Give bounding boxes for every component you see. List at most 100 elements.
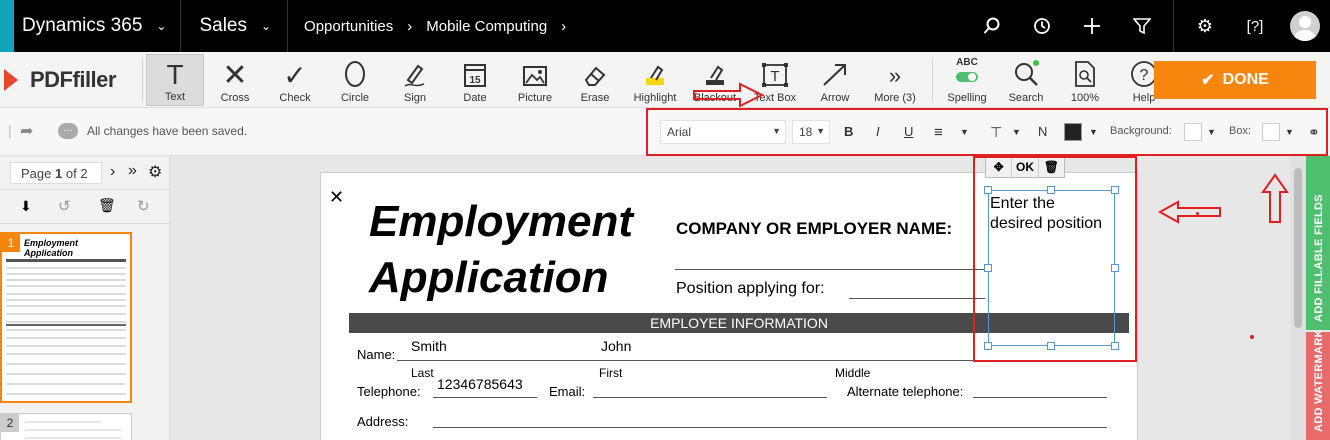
- name-label: Name:: [357, 347, 396, 362]
- name-last-value[interactable]: Smith: [411, 338, 447, 354]
- name-first-value[interactable]: John: [601, 338, 631, 354]
- pdffiller-logo: PDFfiller: [0, 52, 140, 108]
- page-prefix: Page: [21, 166, 52, 181]
- tool-label: Erase: [580, 92, 610, 104]
- redo-icon[interactable]: ➦: [20, 121, 33, 141]
- tool-zoom[interactable]: 100%: [1056, 54, 1114, 106]
- app-switcher[interactable]: Dynamics 365 ⌄: [14, 0, 182, 52]
- more-icon: »: [888, 63, 902, 88]
- company-line: [675, 269, 985, 270]
- gear-icon[interactable]: ⚙: [148, 162, 162, 182]
- arrow-icon: [823, 64, 846, 86]
- history-icon[interactable]: [1017, 0, 1067, 52]
- breadcrumb-opportunities[interactable]: Opportunities: [304, 18, 393, 35]
- thumbnail-preview: [25, 421, 121, 439]
- annotation-arrow-to-formatbar-up: [1261, 173, 1289, 223]
- add-watermark-label: ADD WATERMARK: [1313, 329, 1325, 432]
- breadcrumb-record[interactable]: Mobile Computing: [426, 18, 547, 35]
- add-fillable-fields-tab[interactable]: ADD FILLABLE FIELDS: [1306, 156, 1330, 330]
- help-bracket-icon[interactable]: [?]: [1230, 0, 1280, 52]
- download-icon[interactable]: ⬇: [20, 198, 32, 215]
- tool-check[interactable]: ✓ Check: [266, 54, 324, 106]
- last-caption: Last: [411, 366, 434, 380]
- telephone-value[interactable]: 12346785643: [437, 376, 523, 392]
- sign-pen-icon: [404, 64, 425, 87]
- nav-actions: ⚙ [?]: [967, 0, 1330, 52]
- filter-icon[interactable]: [1117, 0, 1167, 52]
- tool-picture[interactable]: Picture: [506, 54, 564, 106]
- user-avatar[interactable]: [1280, 0, 1330, 52]
- toolbar-divider: [142, 58, 143, 102]
- top-nav: Dynamics 365 ⌄ Sales ⌄ Opportunities › M…: [0, 0, 1330, 52]
- gear-icon[interactable]: ⚙: [1180, 0, 1230, 52]
- annotation-dot: [1250, 335, 1254, 339]
- chevron-right-icon: ›: [561, 17, 567, 35]
- area-switcher[interactable]: Sales ⌄: [181, 0, 289, 52]
- cross-icon: ✕: [222, 59, 248, 92]
- tool-search[interactable]: Search: [997, 54, 1055, 106]
- app-root: Dynamics 365 ⌄ Sales ⌄ Opportunities › M…: [0, 0, 1330, 440]
- thumbnail-number: 1: [2, 234, 20, 252]
- middle-caption: Middle: [835, 366, 871, 380]
- tool-date[interactable]: 15 Date: [446, 54, 504, 106]
- add-icon[interactable]: [1067, 0, 1117, 52]
- tool-label: Search: [1008, 92, 1044, 104]
- tool-text[interactable]: T Text: [146, 54, 204, 106]
- tool-label: Spelling: [947, 92, 987, 104]
- company-label: COMPANY OR EMPLOYER NAME:: [676, 219, 953, 238]
- done-button[interactable]: ✔ DONE: [1154, 61, 1316, 99]
- done-label: DONE: [1222, 71, 1269, 88]
- tool-spelling[interactable]: ABC Spelling: [938, 54, 996, 106]
- tool-circle[interactable]: Circle: [326, 54, 384, 106]
- tool-label: 100%: [1070, 92, 1100, 104]
- page-actions: ⬇ ↺ 🗑 ↻: [0, 190, 170, 224]
- annotation-dot: [1196, 212, 1199, 215]
- telephone-label: Telephone:: [357, 384, 421, 399]
- chevron-down-icon: ⌄: [260, 19, 272, 33]
- tool-label: Text: [164, 91, 186, 103]
- close-icon[interactable]: ✕: [329, 187, 344, 208]
- email-line[interactable]: [593, 397, 827, 398]
- tool-erase[interactable]: Erase: [566, 54, 624, 106]
- undo-divider: |: [8, 122, 12, 138]
- position-line[interactable]: [849, 298, 985, 299]
- next-page-icon[interactable]: ›: [110, 163, 115, 181]
- breadcrumb: Opportunities › Mobile Computing ›: [288, 18, 580, 35]
- annotation-arrow-to-textbox-left: [1157, 200, 1221, 224]
- tool-cross[interactable]: ✕ Cross: [206, 54, 264, 106]
- chevron-right-icon: ›: [407, 17, 413, 35]
- alt-telephone-label: Alternate telephone:: [847, 384, 964, 399]
- address-label: Address:: [357, 414, 409, 429]
- pdf-toolbar: PDFfiller T Text ✕ Cross ✓ Check Circle …: [0, 52, 1330, 108]
- scrollbar-thumb[interactable]: [1294, 168, 1302, 328]
- page-thumbnail-1[interactable]: 1 Employment Application: [0, 232, 132, 403]
- search-icon[interactable]: [967, 0, 1017, 52]
- page-thumbnail-2[interactable]: 2: [0, 413, 132, 440]
- address-line[interactable]: [433, 427, 1107, 428]
- alt-telephone-line[interactable]: [973, 397, 1107, 398]
- add-watermark-tab[interactable]: ADD WATERMARK: [1306, 329, 1330, 440]
- tool-more[interactable]: » More (3): [866, 54, 924, 106]
- tool-arrow[interactable]: Arrow: [806, 54, 864, 106]
- rotate-icon[interactable]: ↺: [58, 197, 71, 215]
- last-page-icon[interactable]: »: [128, 162, 137, 180]
- svg-text:T: T: [770, 68, 779, 85]
- avatar: [1290, 11, 1320, 41]
- tool-sign[interactable]: Sign: [386, 54, 444, 106]
- highlighter-icon: [646, 65, 664, 85]
- chat-bubble-icon: …: [58, 123, 78, 139]
- trash-icon[interactable]: 🗑: [98, 197, 116, 214]
- toggle-icon: [956, 72, 978, 82]
- nav-divider: [1173, 0, 1174, 52]
- annotation-arrow-to-textbox: [693, 82, 765, 108]
- check-icon: ✓: [283, 60, 307, 91]
- calendar-icon: 15: [464, 64, 486, 87]
- tool-label: Circle: [340, 92, 370, 104]
- telephone-line: [433, 397, 537, 398]
- circle-icon: [345, 61, 365, 87]
- tool-highlight[interactable]: Highlight: [626, 54, 684, 106]
- refresh-icon[interactable]: ↻: [137, 197, 150, 215]
- page-indicator[interactable]: Page 1 of 2: [10, 162, 102, 184]
- tool-label: Date: [463, 92, 487, 104]
- tool-label: Help: [1132, 92, 1156, 104]
